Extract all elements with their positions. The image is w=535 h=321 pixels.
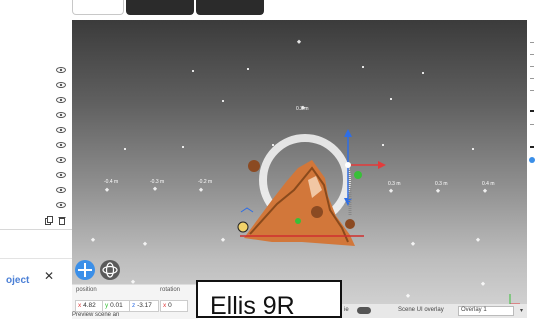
- caption-box: Ellis 9R: [196, 280, 342, 320]
- property-row: [530, 110, 534, 112]
- rotation-label: rotation: [160, 287, 181, 293]
- bottom-options-bar: ie Scene UI overlay Overlay 1 ▾: [342, 304, 527, 318]
- property-row: [530, 146, 534, 148]
- property-row: [530, 78, 534, 79]
- scene-canvas[interactable]: -0.4 m -0.3 m -0.2 m 0.3 m 0.3 m 0.4 m 0…: [72, 20, 527, 318]
- eye-icon[interactable]: [56, 187, 66, 193]
- project-panel: oject ✕: [0, 258, 72, 319]
- top-toolbar: [0, 0, 535, 20]
- toolbar-dropdown[interactable]: [196, 0, 264, 15]
- position-y-field[interactable]: y 0.01: [102, 300, 130, 312]
- position-z-field[interactable]: z -3.17: [129, 300, 159, 312]
- model-fragment: [248, 160, 260, 172]
- move-icon[interactable]: [75, 260, 95, 280]
- overlay-label: Scene UI overlay: [398, 307, 444, 313]
- grid-markers: [90, 39, 488, 298]
- position-label: position: [76, 287, 97, 293]
- grid-label: 0.3 m: [388, 181, 401, 187]
- properties-panel: [527, 20, 535, 318]
- eye-icon[interactable]: [56, 97, 66, 103]
- property-row: [530, 42, 534, 43]
- eye-icon[interactable]: [56, 112, 66, 118]
- eye-icon[interactable]: [56, 127, 66, 133]
- toggle-label: ie: [344, 307, 349, 313]
- overlay-select[interactable]: Overlay 1: [458, 306, 514, 316]
- model-fragment: [345, 219, 355, 229]
- eye-icon[interactable]: [56, 67, 66, 73]
- scene-viewport[interactable]: -0.4 m -0.3 m -0.2 m 0.3 m 0.3 m 0.4 m 0…: [72, 20, 527, 318]
- grid-label: -0.3 m: [150, 179, 164, 185]
- preview-toggle[interactable]: [357, 307, 371, 314]
- grid-label: 0.3 m: [435, 181, 448, 187]
- close-icon[interactable]: ✕: [44, 269, 54, 283]
- copy-icon[interactable]: [45, 216, 53, 225]
- preview-scene-label: Preview scene an: [72, 312, 120, 318]
- project-tab-label[interactable]: oject: [6, 275, 29, 286]
- eye-icon[interactable]: [56, 82, 66, 88]
- trash-icon[interactable]: [58, 216, 66, 225]
- chevron-down-icon[interactable]: ▾: [520, 307, 523, 314]
- eye-icon[interactable]: [56, 157, 66, 163]
- eye-icon[interactable]: [56, 142, 66, 148]
- property-row: [530, 54, 534, 55]
- property-row: [530, 66, 534, 67]
- grid-label: 0.2 m: [296, 106, 309, 112]
- grid-label: 0.4 m: [482, 181, 495, 187]
- eye-icon[interactable]: [56, 202, 66, 208]
- color-swatch[interactable]: [529, 157, 535, 163]
- toolbar-dropdown[interactable]: [126, 0, 194, 15]
- eye-icon[interactable]: [56, 172, 66, 178]
- orbit-icon[interactable]: [100, 260, 120, 280]
- panel-divider: [0, 229, 72, 230]
- property-row: [530, 90, 534, 91]
- position-x-field[interactable]: x 4.82: [75, 300, 103, 312]
- rotation-x-field[interactable]: x 0: [160, 300, 188, 312]
- property-row: [530, 124, 534, 125]
- grid-label: -0.4 m: [104, 179, 118, 185]
- grid-label: -0.2 m: [198, 179, 212, 185]
- pivot-handle: [237, 221, 249, 233]
- toolbar-button[interactable]: [72, 0, 124, 15]
- caption-text: Ellis 9R: [210, 292, 295, 320]
